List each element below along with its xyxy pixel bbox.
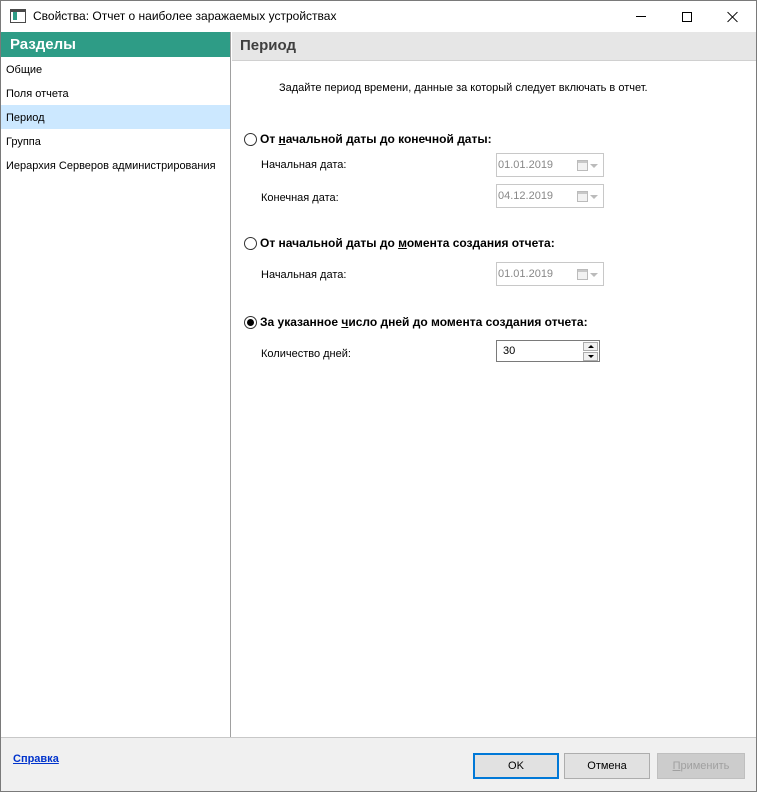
start-date-value-2: 01.01.2019 <box>498 268 554 280</box>
sidebar-item-report-fields[interactable]: Поля отчета <box>1 81 230 105</box>
sidebar-item-group[interactable]: Группа <box>1 129 230 153</box>
sidebar-item-period[interactable]: Период <box>1 105 230 129</box>
minimize-icon <box>636 16 646 17</box>
start-date-picker-1[interactable]: 01.01.2019 <box>496 153 604 177</box>
apply-rest: рименить <box>680 760 730 772</box>
spin-down-icon[interactable] <box>583 352 598 361</box>
close-icon <box>727 11 739 23</box>
option1-hotkey: н <box>278 132 286 146</box>
option1-suffix: ачальной даты до конечной даты: <box>285 132 492 146</box>
option2-hotkey: м <box>398 236 407 250</box>
end-date-value: 04.12.2019 <box>498 190 554 202</box>
option3-suffix: исло дней до момента создания отчета: <box>348 315 588 329</box>
panel-header-divider <box>232 60 756 61</box>
option3-prefix: За указанное <box>260 315 342 329</box>
chevron-down-icon[interactable] <box>590 164 598 168</box>
minimize-button[interactable] <box>618 1 664 32</box>
radio-start-to-report-creation[interactable] <box>244 236 257 250</box>
window-title: Свойства: Отчет о наиболее заражаемых ус… <box>33 9 337 23</box>
days-count-stepper[interactable]: 30 <box>496 340 600 362</box>
close-button[interactable] <box>710 1 756 32</box>
option-start-to-report-label: От начальной даты до момента создания от… <box>260 236 555 250</box>
help-link[interactable]: Справка <box>13 753 59 765</box>
days-count-value[interactable]: 30 <box>503 345 515 357</box>
start-date-label-1: Начальная дата: <box>261 159 347 171</box>
option-days-before-report[interactable]: За указанное число дней до момента созда… <box>244 315 588 329</box>
title-bar: Свойства: Отчет о наиболее заражаемых ус… <box>1 1 756 32</box>
option2-suffix: омента создания отчета: <box>406 236 555 250</box>
start-date-picker-2[interactable]: 01.01.2019 <box>496 262 604 286</box>
sidebar-item-general[interactable]: Общие <box>1 57 230 81</box>
spin-up-icon[interactable] <box>583 342 598 351</box>
period-instructions: Задайте период времени, данные за которы… <box>279 82 648 94</box>
radio-days-before-report[interactable] <box>244 315 257 329</box>
start-date-label-2: Начальная дата: <box>261 269 347 281</box>
maximize-button[interactable] <box>664 1 710 32</box>
sections-sidebar: Разделы Общие Поля отчета Период Группа … <box>1 32 231 737</box>
sidebar-header: Разделы <box>1 32 230 57</box>
chevron-down-icon[interactable] <box>590 273 598 277</box>
calendar-icon <box>577 191 588 202</box>
option-start-to-end-label: От начальной даты до конечной даты: <box>260 132 492 146</box>
radio-start-to-end-date[interactable] <box>244 132 257 146</box>
days-count-label: Количество дней: <box>261 348 351 360</box>
ok-button[interactable]: OK <box>473 753 559 779</box>
period-panel: Период Задайте период времени, данные за… <box>232 32 756 737</box>
option2-prefix: От начальной даты до <box>260 236 399 250</box>
apply-button[interactable]: Применить <box>657 753 745 779</box>
sidebar-item-server-hierarchy[interactable]: Иерархия Серверов администрирования <box>1 153 230 177</box>
calendar-icon <box>577 160 588 171</box>
end-date-label: Конечная дата: <box>261 192 339 204</box>
option-start-to-end-date[interactable]: От начальной даты до конечной даты: <box>244 132 492 146</box>
panel-title: Период <box>232 32 756 60</box>
option-start-to-report-creation[interactable]: От начальной даты до момента создания от… <box>244 236 555 250</box>
option-days-before-label: За указанное число дней до момента созда… <box>260 315 588 329</box>
maximize-icon <box>682 11 692 22</box>
calendar-icon <box>577 269 588 280</box>
cancel-button[interactable]: Отмена <box>564 753 650 779</box>
properties-dialog: Свойства: Отчет о наиболее заражаемых ус… <box>0 0 757 792</box>
end-date-picker[interactable]: 04.12.2019 <box>496 184 604 208</box>
app-icon <box>10 9 26 23</box>
option1-prefix: От <box>260 132 279 146</box>
apply-hotkey: П <box>672 760 681 772</box>
start-date-value-1: 01.01.2019 <box>498 159 554 171</box>
dialog-footer: Справка OK Отмена Применить <box>1 737 756 791</box>
chevron-down-icon[interactable] <box>590 195 598 199</box>
